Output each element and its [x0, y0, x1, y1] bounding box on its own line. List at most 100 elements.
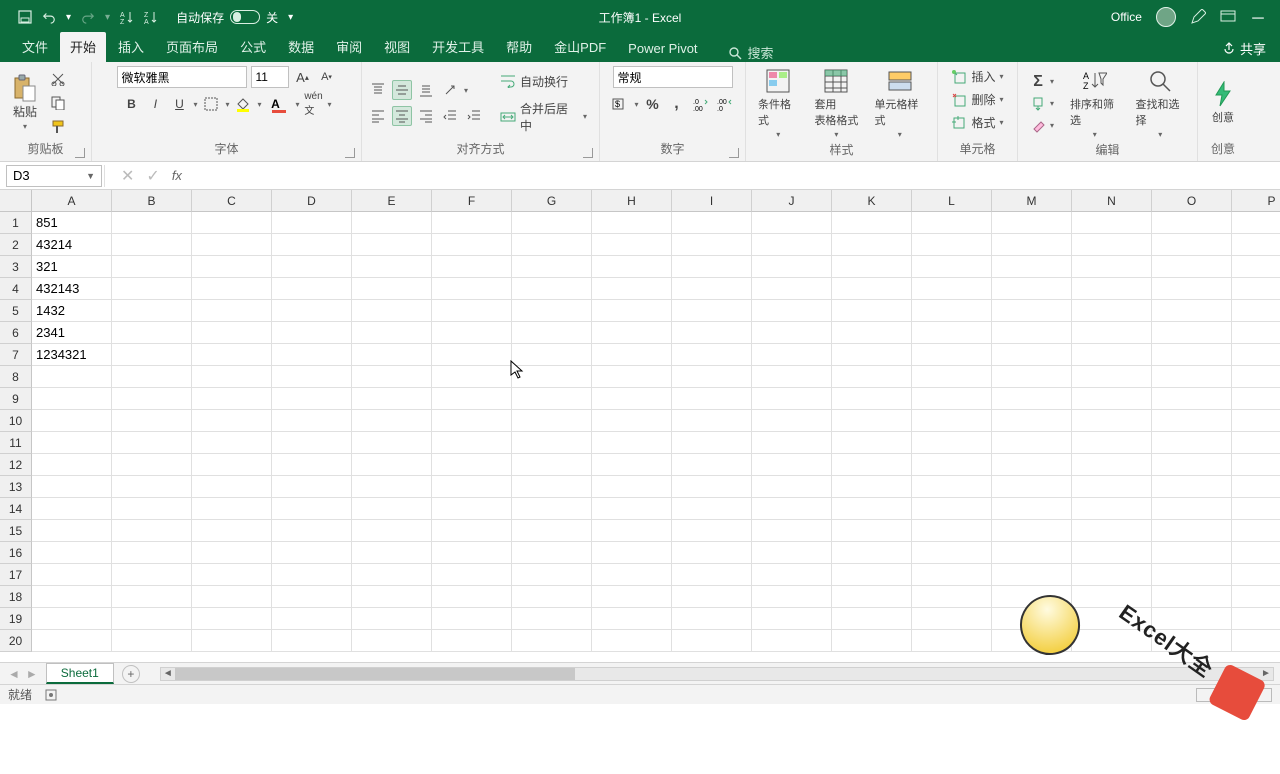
cell[interactable] [1072, 212, 1152, 234]
cell[interactable] [512, 520, 592, 542]
cell[interactable] [832, 410, 912, 432]
ribbon-display-icon[interactable] [1220, 10, 1236, 24]
cell[interactable] [592, 476, 672, 498]
cell[interactable] [112, 630, 192, 652]
cell[interactable] [1152, 322, 1232, 344]
column-header[interactable]: P [1232, 190, 1280, 212]
paste-dropdown-icon[interactable]: ▾ [23, 122, 27, 131]
cell[interactable] [1072, 388, 1152, 410]
cell[interactable]: 432143 [32, 278, 112, 300]
cell[interactable] [672, 278, 752, 300]
cell[interactable] [432, 608, 512, 630]
cell[interactable] [272, 630, 352, 652]
cell[interactable] [32, 388, 112, 410]
cell[interactable] [112, 498, 192, 520]
cell[interactable] [912, 608, 992, 630]
cell[interactable] [832, 344, 912, 366]
accounting-format-icon[interactable]: $ [610, 94, 630, 114]
redo-icon[interactable] [81, 10, 95, 24]
cell[interactable] [832, 564, 912, 586]
cell[interactable] [592, 366, 672, 388]
cell[interactable] [192, 212, 272, 234]
row-header[interactable]: 5 [0, 300, 32, 322]
cell[interactable]: 2341 [32, 322, 112, 344]
cell[interactable] [272, 212, 352, 234]
row-header[interactable]: 4 [0, 278, 32, 300]
cell[interactable] [32, 608, 112, 630]
row-header[interactable]: 19 [0, 608, 32, 630]
cell[interactable] [1232, 300, 1280, 322]
cell[interactable] [592, 586, 672, 608]
cell[interactable] [992, 586, 1072, 608]
cell[interactable] [1232, 344, 1280, 366]
sheet-nav-next-icon[interactable]: ► [26, 667, 38, 681]
cell[interactable] [1152, 520, 1232, 542]
cell[interactable] [832, 432, 912, 454]
cell[interactable] [912, 344, 992, 366]
row-header[interactable]: 16 [0, 542, 32, 564]
row-header[interactable]: 6 [0, 322, 32, 344]
cell[interactable] [112, 586, 192, 608]
cell[interactable] [192, 542, 272, 564]
cell[interactable] [112, 344, 192, 366]
cell[interactable] [112, 476, 192, 498]
undo-dropdown-icon[interactable]: ▾ [66, 12, 71, 23]
cell[interactable] [192, 476, 272, 498]
cell[interactable] [592, 322, 672, 344]
cell[interactable] [192, 608, 272, 630]
cond-dropdown-icon[interactable]: ▾ [776, 130, 780, 139]
cell[interactable] [352, 476, 432, 498]
worksheet-grid[interactable]: 1234567891011121314151617181920 ABCDEFGH… [0, 190, 1280, 662]
row-header[interactable]: 17 [0, 564, 32, 586]
name-box[interactable]: D3 ▼ [6, 165, 102, 187]
cell[interactable] [1232, 542, 1280, 564]
cell[interactable] [192, 410, 272, 432]
row-header[interactable]: 20 [0, 630, 32, 652]
cell[interactable] [512, 410, 592, 432]
cell[interactable] [832, 630, 912, 652]
cell[interactable] [672, 476, 752, 498]
cell[interactable] [752, 476, 832, 498]
cell[interactable] [272, 366, 352, 388]
cell[interactable]: 1432 [32, 300, 112, 322]
font-name-combo[interactable] [117, 66, 247, 88]
cell[interactable] [672, 454, 752, 476]
cell[interactable] [192, 454, 272, 476]
cell[interactable] [112, 256, 192, 278]
cell[interactable] [752, 432, 832, 454]
cell[interactable] [592, 388, 672, 410]
cell[interactable] [32, 564, 112, 586]
clipboard-launcher-icon[interactable] [75, 148, 85, 158]
decrease-font-icon[interactable]: A▾ [317, 67, 337, 87]
cell[interactable] [672, 366, 752, 388]
cell[interactable] [1072, 344, 1152, 366]
cell[interactable] [352, 520, 432, 542]
number-launcher-icon[interactable] [729, 148, 739, 158]
cell[interactable] [912, 410, 992, 432]
cell[interactable] [672, 234, 752, 256]
row-header[interactable]: 14 [0, 498, 32, 520]
wrap-text-button[interactable]: 自动换行 [494, 71, 593, 92]
cell[interactable] [592, 520, 672, 542]
cell[interactable] [32, 432, 112, 454]
column-header[interactable]: C [192, 190, 272, 212]
increase-decimal-icon[interactable]: .0.00 [691, 94, 711, 114]
cell[interactable] [1152, 344, 1232, 366]
cell[interactable] [672, 520, 752, 542]
align-bottom-icon[interactable] [416, 80, 436, 100]
tab-page-layout[interactable]: 页面布局 [156, 32, 228, 62]
cell[interactable] [592, 608, 672, 630]
bold-icon[interactable]: B [121, 94, 141, 114]
cell[interactable] [912, 278, 992, 300]
cell[interactable] [192, 520, 272, 542]
cell[interactable] [112, 278, 192, 300]
font-color-dropdown-icon[interactable]: ▾ [296, 100, 300, 109]
horizontal-scrollbar[interactable]: ◄ ► [160, 667, 1274, 681]
cell[interactable] [192, 564, 272, 586]
cell[interactable] [912, 520, 992, 542]
cell[interactable] [512, 344, 592, 366]
cell[interactable] [752, 520, 832, 542]
cell[interactable] [752, 542, 832, 564]
cell[interactable] [512, 476, 592, 498]
cell[interactable] [432, 256, 512, 278]
